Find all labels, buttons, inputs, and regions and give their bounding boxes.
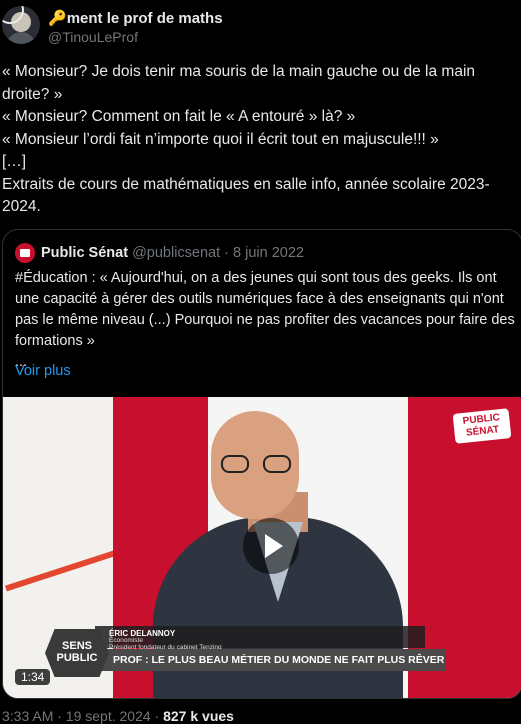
channel-logo: PUBLIC SÉNAT (452, 408, 512, 444)
show-badge: SENS PUBLIC (45, 629, 109, 677)
video-duration: 1:34 (15, 669, 51, 685)
quote-text: #Éducation : « Aujourd'hui, on a des jeu… (15, 268, 520, 373)
author-avatar[interactable] (2, 6, 40, 44)
tweet-line: « Monsieur l’ordi fait n’importe quoi il… (2, 130, 439, 148)
quote-text-line: ... (15, 354, 28, 370)
author-handle[interactable]: @TinouLeProf (48, 29, 138, 45)
quote-avatar[interactable] (15, 243, 35, 263)
tweet-timestamp[interactable]: 3:33 AM · 19 sept. 2024 · (2, 708, 159, 724)
tweet-line: « Monsieur? Je dois tenir ma souris de l… (2, 63, 476, 103)
show-more-link[interactable]: Voir plus (15, 363, 71, 379)
avatar-body (6, 32, 36, 44)
quoted-tweet[interactable]: Public Sénat @publicsenat · 8 juin 2022 … (2, 229, 521, 699)
guest-role: Économiste (109, 637, 143, 644)
video-player[interactable]: PUBLIC SÉNAT ÉRIC DELANNOY Économiste Pr… (3, 397, 521, 698)
tweet-views: 827 k vues (163, 708, 234, 724)
video-headline: PROF : LE PLUS BEAU MÉTIER DU MONDE NE F… (113, 654, 445, 666)
quote-header: Public Sénat @publicsenat · 8 juin 2022 (15, 243, 304, 263)
lower-third: ÉRIC DELANNOY Économiste Président fonda… (3, 625, 521, 681)
quote-text-line: #Éducation : « Aujourd'hui, on a des jeu… (15, 270, 515, 349)
play-icon[interactable] (243, 518, 299, 574)
quote-author-handle: @publicsenat (132, 245, 221, 261)
tweet-header: 🔑ment le prof de maths @TinouLeProf (0, 0, 521, 50)
quote-separator: · (224, 245, 230, 261)
author-name-row[interactable]: 🔑ment le prof de maths (48, 9, 223, 27)
guest-nameplate: ÉRIC DELANNOY Économiste Président fonda… (95, 626, 425, 651)
tweet-line: […] (2, 153, 27, 170)
tweet-line: « Monsieur? Comment on fait le « A entou… (2, 108, 356, 125)
quote-date[interactable]: 8 juin 2022 (233, 245, 304, 261)
tweet-footer: 3:33 AM · 19 sept. 2024 · 827 k vues (2, 708, 234, 724)
headline-bar: PROF : LE PLUS BEAU MÉTIER DU MONDE NE F… (95, 649, 445, 671)
tweet-line: Extraits de cours de mathématiques en sa… (2, 175, 490, 216)
quote-author-name[interactable]: Public Sénat (41, 245, 128, 261)
tweet-text: « Monsieur? Je dois tenir ma souris de l… (2, 61, 512, 219)
guest-glasses (221, 455, 293, 473)
key-icon: 🔑 (48, 10, 67, 27)
author-display-name[interactable]: ment le prof de maths (67, 10, 223, 27)
